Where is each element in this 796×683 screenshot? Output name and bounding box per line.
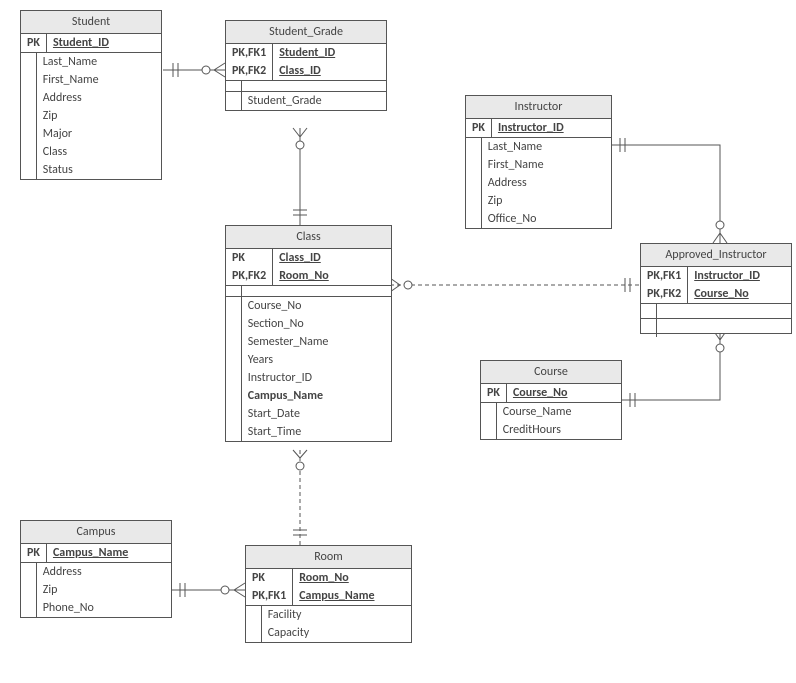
entity-student-grade: Student_Grade PK,FK1 Student_ID PK,FK2 C… xyxy=(225,20,387,111)
entity-title: Class xyxy=(226,226,391,249)
entity-course: Course PK Course_No Course_Name CreditHo… xyxy=(480,360,622,440)
entity-room: Room PK Room_No PK,FK1 Campus_Name Facil… xyxy=(245,545,412,643)
entity-title: Course xyxy=(481,361,621,384)
entity-instructor: Instructor PK Instructor_ID Last_Name Fi… xyxy=(465,95,612,229)
entity-title: Campus xyxy=(21,521,171,544)
entity-title: Instructor xyxy=(466,96,611,119)
entity-title: Student xyxy=(21,11,161,34)
entity-title: Room xyxy=(246,546,411,569)
entity-class: Class PK Class_ID PK,FK2 Room_No Course_… xyxy=(225,225,392,442)
erd-canvas: Student PK Student_ID Last_Name First_Na… xyxy=(0,0,796,683)
entity-title: Student_Grade xyxy=(226,21,386,44)
entity-student: Student PK Student_ID Last_Name First_Na… xyxy=(20,10,162,180)
entity-campus: Campus PK Campus_Name Address Zip Phone_… xyxy=(20,520,172,618)
entity-approved-instructor: Approved_Instructor PK,FK1 Instructor_ID… xyxy=(640,243,792,334)
entity-title: Approved_Instructor xyxy=(641,244,791,267)
